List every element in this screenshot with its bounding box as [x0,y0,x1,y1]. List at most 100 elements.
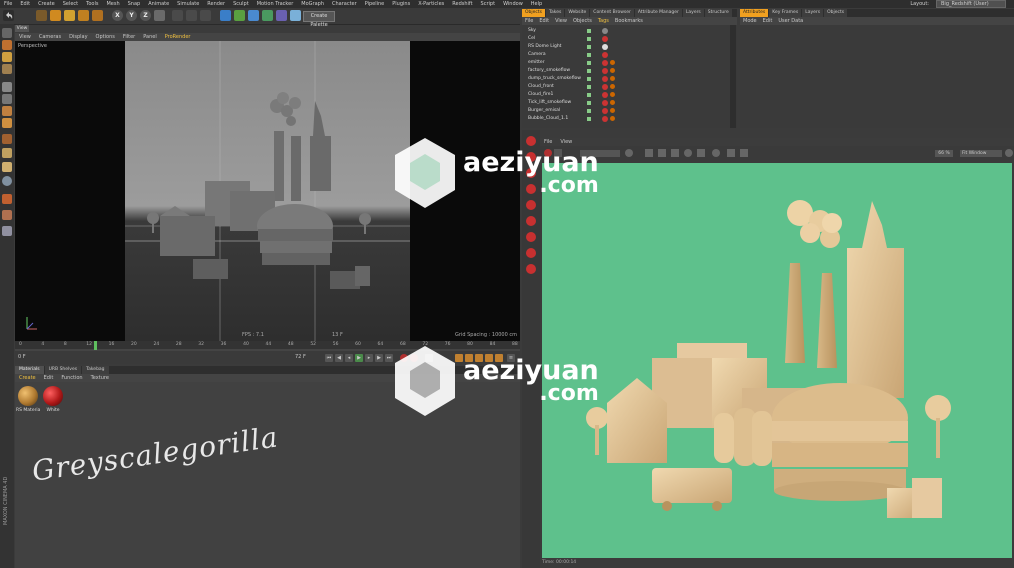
rotate-icon[interactable] [78,10,89,21]
axis-mode-icon[interactable] [2,118,12,128]
menu-file[interactable]: File [0,1,16,7]
tab-takebag[interactable]: Takebag [82,366,109,374]
deformer-icon[interactable] [276,10,287,21]
visibility-dot[interactable] [587,117,591,121]
menu-edit[interactable]: Edit [16,1,34,7]
zoom-level[interactable]: 66 % [935,150,953,157]
material-menu-texture[interactable]: Texture [87,375,113,381]
z-axis-button[interactable]: Z [140,10,151,21]
array-icon[interactable] [262,10,273,21]
region-icon[interactable] [671,149,679,157]
tab-attribute-manager[interactable]: Attribute Manager [634,9,682,17]
make-editable-icon[interactable] [2,28,12,38]
tag-icon[interactable] [610,108,615,113]
visibility-dot[interactable] [587,85,591,89]
am-menu-mode[interactable]: Mode [740,18,760,24]
tag-icon[interactable] [602,28,608,34]
sculpt-icon[interactable] [2,210,12,220]
save-icon[interactable] [727,149,735,157]
previous-frame-icon[interactable]: ◂ [345,354,353,362]
snapping-icon[interactable] [2,148,12,158]
menu-x-particles[interactable]: X-Particles [414,1,448,7]
viewport-menu-view[interactable]: View [15,34,35,40]
list-item[interactable]: dump_truck_smokeflow [522,75,737,83]
menu-snap[interactable]: Snap [124,1,145,7]
tab-urb-shelves[interactable]: URB Shelves [44,366,82,374]
go-to-start-icon[interactable]: ⏮ [325,354,333,362]
live-selection-icon[interactable] [36,10,47,21]
copy-icon[interactable] [740,149,748,157]
tag-icon[interactable] [602,36,608,42]
tab-am-layers[interactable]: Layers [802,9,824,17]
viewport-menu-options[interactable]: Options [92,34,119,40]
am-menu-user-data[interactable]: User Data [775,18,806,24]
tag-icon[interactable] [602,76,608,82]
om-menu-view[interactable]: View [552,18,570,24]
start-frame[interactable]: 0 F [18,354,26,360]
list-item[interactable]: Sky [522,27,737,35]
tag-icon[interactable] [602,116,608,122]
recent-tools-icon[interactable] [92,10,103,21]
tag-icon[interactable] [602,92,608,98]
menu-tools[interactable]: Tools [82,1,102,7]
menu-redshift[interactable]: Redshift [448,1,476,7]
visibility-dot[interactable] [587,37,591,41]
render-picture-viewer-icon[interactable] [186,10,197,21]
previous-key-icon[interactable]: ◀ [335,354,343,362]
visibility-dot[interactable] [587,93,591,97]
tab-objects[interactable]: Objects [522,9,546,17]
render-button-icon[interactable] [526,232,536,242]
list-item[interactable]: Bubble_Cloud_1.1 [522,115,737,123]
play-icon[interactable]: ▶ [355,354,363,362]
list-item[interactable]: emitter [522,59,737,67]
tab-structure[interactable]: Structure [704,9,732,17]
menu-animate[interactable]: Animate [144,1,173,7]
menu-script[interactable]: Script [477,1,500,7]
tag-icon[interactable] [602,68,608,74]
solo-icon[interactable] [2,226,12,236]
tab-key-frames[interactable]: Key Frames [769,9,802,17]
tag-icon[interactable] [610,76,615,81]
dollar-icon[interactable] [2,176,12,186]
tab-takes[interactable]: Takes [546,9,565,17]
menu-character[interactable]: Character [328,1,361,7]
menu-select[interactable]: Select [59,1,82,7]
om-menu-bookmarks[interactable]: Bookmarks [612,18,646,24]
workplane-icon[interactable] [2,64,12,74]
viewport-menu-cameras[interactable]: Cameras [35,34,65,40]
tag-icon[interactable] [602,44,608,50]
tag-icon[interactable] [602,108,608,114]
crop-icon[interactable] [658,149,666,157]
render-button-icon[interactable] [526,216,536,226]
texture-mode-icon[interactable] [2,52,12,62]
render-view-icon[interactable] [172,10,183,21]
menu-create[interactable]: Create [34,1,59,7]
move-icon[interactable] [50,10,61,21]
layout-dropdown[interactable]: Big_Redshift (User) [936,0,1006,8]
color-picker-icon[interactable] [684,149,692,157]
menu-mograph[interactable]: MoGraph [297,1,328,7]
settings-icon[interactable] [712,149,720,157]
lock-icon[interactable] [645,149,653,157]
menu-render[interactable]: Render [203,1,229,7]
coordinate-system-icon[interactable] [154,10,165,21]
menu-simulate[interactable]: Simulate [173,1,203,7]
gear-icon[interactable] [1005,149,1013,157]
tag-icon[interactable] [602,84,608,90]
tag-icon[interactable] [602,60,608,66]
render-output[interactable] [542,163,1012,558]
viewport-menu-panel[interactable]: Panel [139,34,161,40]
end-frame[interactable]: 72 F [295,354,306,360]
tab-am-objects[interactable]: Objects [824,9,848,17]
visibility-dot[interactable] [587,69,591,73]
model-mode-icon[interactable] [2,40,12,50]
menu-sculpt[interactable]: Sculpt [229,1,253,7]
snapshot-icon[interactable] [697,149,705,157]
next-frame-icon[interactable]: ▸ [365,354,373,362]
list-item[interactable]: Burger_emisal [522,107,737,115]
tag-icon[interactable] [610,68,615,73]
undo-icon[interactable] [3,10,14,21]
material-item[interactable]: RS Materia [16,386,40,413]
om-menu-edit[interactable]: Edit [536,18,552,24]
am-menu-edit[interactable]: Edit [760,18,776,24]
